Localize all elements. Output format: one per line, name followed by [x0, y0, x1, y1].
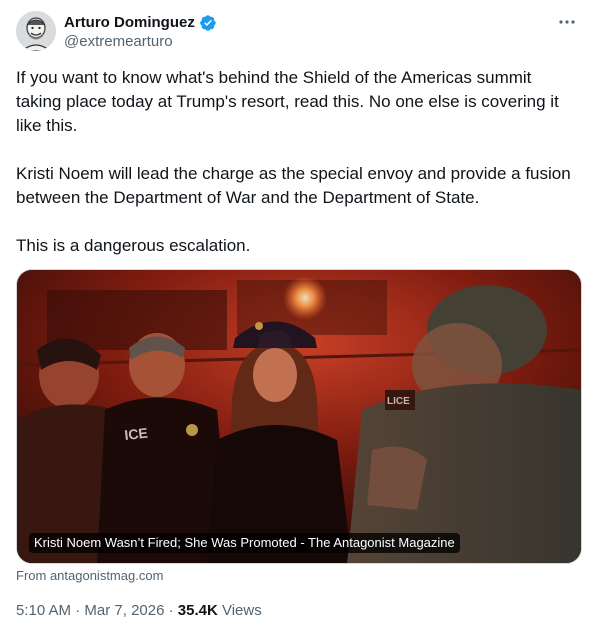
tweet-paragraph: This is a dangerous escalation. — [16, 236, 251, 255]
avatar[interactable] — [16, 11, 56, 51]
tweet-paragraph: Kristi Noem will lead the charge as the … — [16, 164, 571, 207]
tweet-time[interactable]: 5:10 AM — [16, 602, 71, 619]
tweet-paragraph: If you want to know what's behind the Sh… — [16, 68, 559, 135]
meta-separator: · — [75, 602, 81, 619]
meta-separator: · — [168, 602, 174, 619]
card-image: ICE LICE — [17, 270, 581, 563]
card-source-link[interactable]: From antagonistmag.com — [16, 568, 163, 584]
link-card[interactable]: ICE LICE Kristi Noem Wasn’t Fired; She W… — [16, 269, 582, 564]
tweet-date[interactable]: Mar 7, 2026 — [84, 602, 164, 619]
verified-badge-icon[interactable] — [199, 14, 217, 32]
views-count: 35.4K — [177, 602, 218, 619]
tweet-text: If you want to know what's behind the Sh… — [16, 66, 574, 258]
views-label: Views — [221, 602, 262, 619]
avatar-illustration — [16, 11, 56, 51]
tweet: Arturo Dominguez @extremearturo If you w… — [0, 0, 591, 625]
card-title[interactable]: Kristi Noem Wasn’t Fired; She Was Promot… — [29, 533, 460, 553]
author-handle[interactable]: @extremearturo — [64, 33, 173, 51]
tweet-meta: 5:10 AM · Mar 7, 2026 · 35.4K Views — [16, 601, 262, 621]
author-name-row: Arturo Dominguez — [64, 13, 217, 33]
more-horizontal-icon[interactable] — [557, 12, 577, 32]
author-display-name[interactable]: Arturo Dominguez — [64, 13, 195, 33]
